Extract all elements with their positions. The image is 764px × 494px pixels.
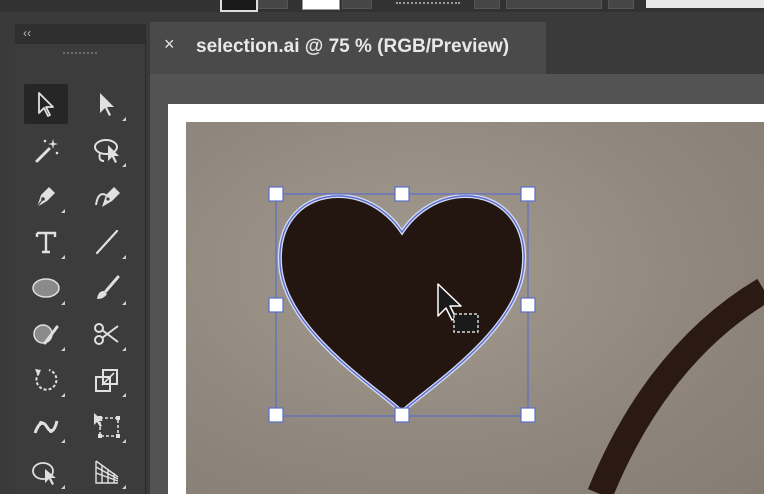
- handle-bottom-right[interactable]: [520, 407, 536, 423]
- handle-middle-left[interactable]: [268, 297, 284, 313]
- handle-middle-right[interactable]: [520, 297, 536, 313]
- heart-shape[interactable]: [277, 193, 527, 415]
- handle-top-center[interactable]: [394, 186, 410, 202]
- handle-bottom-left[interactable]: [268, 407, 284, 423]
- handle-top-right[interactable]: [520, 186, 536, 202]
- handle-bottom-center[interactable]: [394, 407, 410, 423]
- ring-shape[interactable]: [587, 278, 764, 494]
- handle-top-left[interactable]: [268, 186, 284, 202]
- canvas-overlay: [268, 186, 764, 494]
